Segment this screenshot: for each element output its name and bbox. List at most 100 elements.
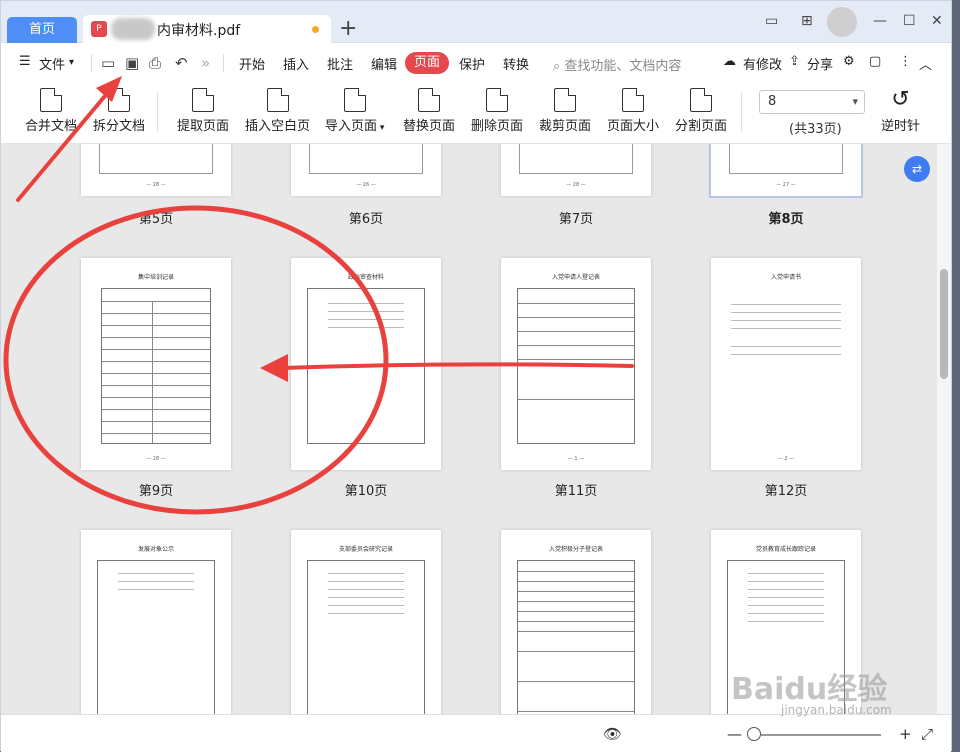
hamburger-icon[interactable]: ☰ (19, 54, 31, 69)
extract-pages-button[interactable]: 提取页面 (177, 88, 229, 134)
scrollbar-thumb[interactable] (940, 269, 948, 379)
cloud-icon: ☁ (723, 54, 736, 69)
file-menu[interactable]: 文件 (39, 54, 65, 73)
gear-icon[interactable]: ⚙ (843, 54, 855, 69)
page-thumbnail[interactable]: 入党申请书 — 2 — (711, 258, 861, 470)
share-button[interactable]: 分享 (807, 54, 833, 73)
page-thumbnail[interactable]: — 26 — (291, 144, 441, 196)
share-icon: ⇪ (789, 54, 800, 69)
document-tab-title: 内审材料.pdf (157, 23, 241, 39)
page-thumbnail[interactable]: 入党积极分子登记表 (501, 530, 651, 714)
split-icon (108, 88, 130, 112)
menu-protect[interactable]: 保护 (459, 54, 485, 73)
page-size-icon (622, 88, 644, 112)
apps-grid-icon[interactable]: ⊞ (801, 13, 813, 29)
restore-button[interactable]: ☐ (903, 13, 916, 29)
page-thumbnail[interactable]: 政治审查材料 (291, 258, 441, 470)
zoom-slider-handle[interactable] (747, 727, 761, 741)
search-icon: ⌕ (553, 59, 565, 74)
page-label: 第7页 (558, 212, 594, 227)
split-page-button[interactable]: 分割页面 (675, 88, 727, 134)
split-docs-button[interactable]: 拆分文档 (93, 88, 145, 134)
page-thumbnail[interactable]: 入党申请人登记表 — 1 — (501, 258, 651, 470)
chevron-down-icon[interactable]: ▾ (852, 91, 858, 113)
layout-icon[interactable]: ▭ (765, 13, 778, 29)
baidu-watermark: Baidu经验 (731, 672, 888, 707)
merge-icon (40, 88, 62, 112)
title-bar: 首页 P 内审材料.pdf + ▭ ⊞ — ☐ ✕ (1, 1, 951, 43)
page-label: 第12页 (764, 484, 808, 499)
page-thumbnail-selected[interactable]: — 27 — (709, 144, 863, 198)
chevron-down-icon[interactable]: ▾ (69, 57, 74, 68)
replace-pages-button[interactable]: 替换页面 (403, 88, 455, 134)
divider (91, 54, 92, 72)
import-icon (343, 88, 366, 112)
total-pages: (共33页) (789, 122, 842, 137)
divider (157, 92, 158, 132)
pdf-icon: P (91, 21, 107, 37)
crop-pages-button[interactable]: 裁剪页面 (539, 88, 591, 134)
baidu-watermark-url: jingyan.baidu.com (781, 703, 892, 717)
page-thumbnail[interactable]: — 28 — (501, 144, 651, 196)
print-icon[interactable]: ⎙ (149, 54, 161, 72)
merge-docs-button[interactable]: 合并文档 (25, 88, 77, 134)
minimize-button[interactable]: — (873, 13, 887, 29)
menu-insert[interactable]: 插入 (283, 54, 309, 73)
menu-edit[interactable]: 编辑 (371, 54, 397, 73)
app-window: 首页 P 内审材料.pdf + ▭ ⊞ — ☐ ✕ ☰ 文件 ▾ ▭ ▣ ⎙ ↶… (0, 0, 952, 752)
status-bar: 👁 — + ⤢ (1, 714, 951, 752)
delete-icon (486, 88, 508, 112)
thumbnail-grid: — 28 — — 26 — — 28 — — 27 — 第5页 第6页 第7页 … (1, 144, 937, 714)
page-label: 第11页 (554, 484, 598, 499)
replace-icon (418, 88, 440, 112)
page-thumbnail[interactable]: 发展对象公示 (81, 530, 231, 714)
page-thumbnail[interactable]: 集中培训记录 — 28 — (81, 258, 231, 470)
eye-icon[interactable]: 👁 (603, 725, 622, 743)
open-folder-icon[interactable]: ▭ (101, 54, 115, 72)
modified-status[interactable]: 有修改 (743, 54, 782, 73)
vertical-scrollbar[interactable] (937, 144, 951, 714)
fit-screen-icon[interactable]: ⤢ (921, 725, 933, 743)
home-tab[interactable]: 首页 (7, 17, 77, 43)
convert-float-icon[interactable]: ⇄ (904, 156, 930, 182)
extract-icon (192, 88, 214, 112)
delete-pages-button[interactable]: 删除页面 (471, 88, 523, 134)
zoom-slider[interactable] (761, 734, 881, 736)
page-label-selected: 第8页 (768, 212, 804, 227)
page-label: 第9页 (138, 484, 174, 499)
rotate-ccw-button[interactable]: ↺ 逆时针 (881, 88, 920, 135)
menu-start[interactable]: 开始 (239, 54, 265, 73)
new-tab-button[interactable]: + (339, 15, 357, 43)
more-vertical-icon[interactable]: ⋮ (899, 54, 912, 69)
undo-icon[interactable]: ↶ (175, 54, 188, 72)
menu-bar: ☰ 文件 ▾ ▭ ▣ ⎙ ↶ » 开始 插入 批注 编辑 页面 保护 转换 ⌕ … (1, 44, 951, 82)
unsaved-dot-icon (312, 26, 319, 33)
page-label: 第5页 (138, 212, 174, 227)
crop-icon (554, 88, 576, 112)
divider (223, 54, 224, 72)
zoom-out-button[interactable]: — (727, 725, 742, 743)
page-label: 第6页 (348, 212, 384, 227)
menu-convert[interactable]: 转换 (503, 54, 529, 73)
menu-annotate[interactable]: 批注 (327, 54, 353, 73)
menu-page[interactable]: 页面 (405, 52, 450, 74)
zoom-in-button[interactable]: + (899, 725, 912, 743)
divider (741, 92, 742, 132)
page-thumbnail[interactable]: 支部委员会研究记录 (291, 530, 441, 714)
page-thumbnail[interactable]: — 28 — (81, 144, 231, 196)
page-number-input[interactable]: 8 ▾ (759, 90, 865, 114)
blank-page-icon (266, 88, 289, 112)
search-input[interactable]: ⌕ 查找功能、文档内容 (553, 55, 681, 74)
document-tab[interactable]: P 内审材料.pdf (83, 15, 331, 43)
insert-blank-page-button[interactable]: 插入空白页 (245, 88, 310, 134)
collapse-ribbon-icon[interactable]: ︿ (919, 54, 932, 73)
avatar[interactable] (827, 7, 857, 37)
page-size-button[interactable]: 页面大小 (607, 88, 659, 134)
save-icon[interactable]: ▣ (125, 54, 139, 72)
redacted-filename (111, 18, 155, 40)
more-icon[interactable]: » (201, 54, 210, 72)
comment-icon[interactable]: ▢ (869, 54, 881, 69)
import-pages-button[interactable]: 导入页面 ▾ (325, 88, 384, 134)
close-button[interactable]: ✕ (931, 13, 943, 29)
page-ribbon: 合并文档 拆分文档 提取页面 插入空白页 导入页面 ▾ 替换页面 删除页面 裁剪… (1, 82, 951, 144)
